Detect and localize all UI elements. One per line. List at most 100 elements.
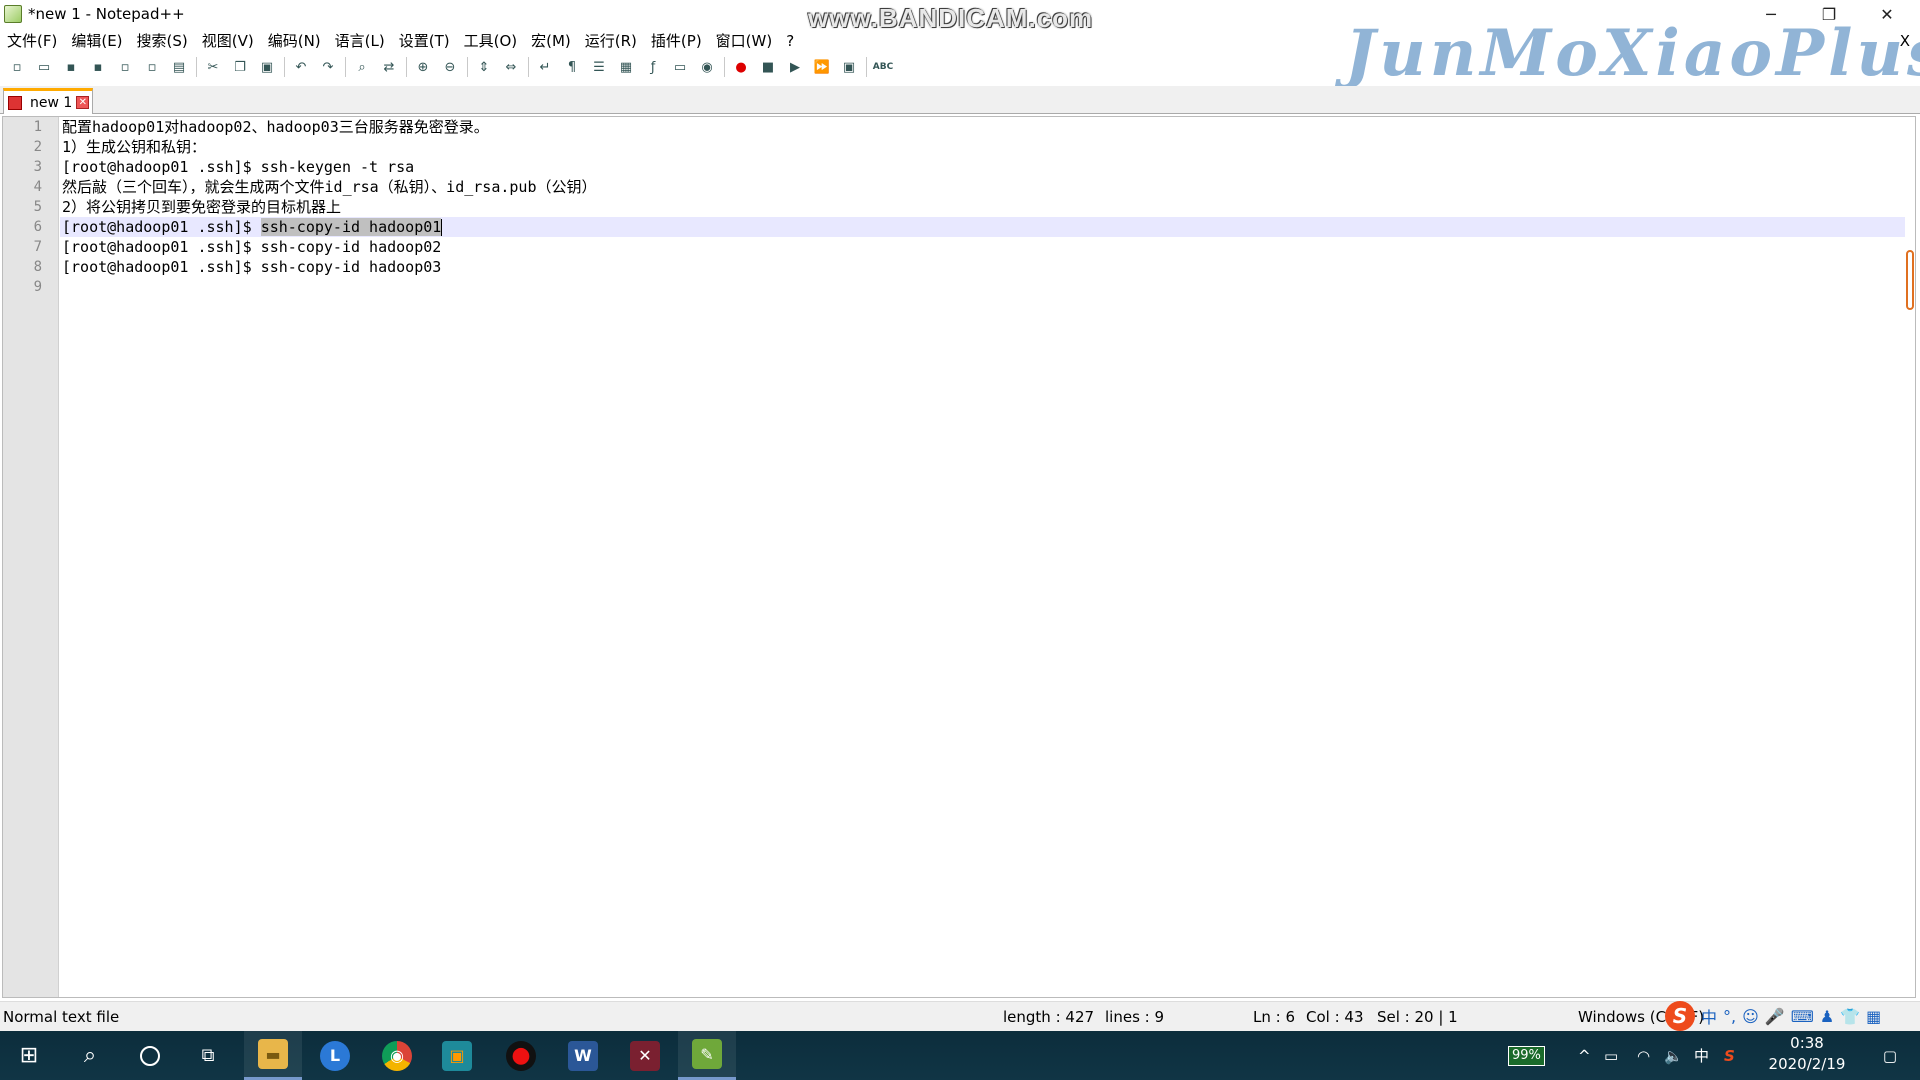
menu-macro[interactable]: 宏(M) <box>524 30 578 52</box>
menu-help[interactable]: ? <box>779 30 801 52</box>
title-bar: *new 1 - Notepad++ www.BANDICAM.com ─ ❐ … <box>0 0 1920 33</box>
taskbar-app-clock[interactable]: L <box>306 1031 364 1080</box>
text-area[interactable]: 配置hadoop01对hadoop02、hadoop03三台服务器免密登录。 1… <box>60 117 1905 297</box>
find-icon[interactable]: ⌕ <box>351 56 373 78</box>
minimize-button[interactable]: ─ <box>1742 0 1800 28</box>
selected-text[interactable]: ssh-copy-id hadoop01 <box>260 218 442 236</box>
battery-indicator[interactable]: 99% <box>1508 1031 1545 1080</box>
cortana-button[interactable] <box>124 1031 176 1080</box>
taskbar-app-notepad-plus-plus[interactable]: ✎ <box>678 1031 736 1080</box>
text-caret <box>441 219 443 236</box>
clock-icon: L <box>320 1040 350 1071</box>
menu-view[interactable]: 视图(V) <box>195 30 261 52</box>
code-line[interactable]: 然后敲（三个回车），就会生成两个文件id_rsa（私钥）、id_rsa.pub（… <box>60 177 1905 197</box>
ime-skin-icon[interactable]: 👕 <box>1840 1007 1860 1026</box>
menu-language[interactable]: 语言(L) <box>328 30 392 52</box>
ime-user-icon[interactable]: ♟ <box>1820 1007 1834 1026</box>
save-macro-icon[interactable]: ▣ <box>838 56 860 78</box>
stop-macro-icon[interactable]: ■ <box>757 56 779 78</box>
spell-check-icon[interactable]: ABC <box>872 56 894 78</box>
run-macro-multiple-icon[interactable]: ⏩ <box>811 56 833 78</box>
system-clock[interactable]: 0:38 2020/2/19 <box>1752 1033 1862 1075</box>
menu-settings[interactable]: 设置(T) <box>392 30 457 52</box>
task-view-icon[interactable]: ⧉ <box>180 1031 236 1080</box>
paste-icon[interactable]: ▣ <box>256 56 278 78</box>
ime-microphone-icon[interactable]: 🎤 <box>1765 1007 1785 1026</box>
sogou-ime-icon[interactable]: S <box>1665 1001 1695 1031</box>
ime-language-toggle[interactable]: 中 <box>1701 1004 1717 1028</box>
function-list-icon[interactable]: ƒ <box>642 56 664 78</box>
save-all-icon[interactable]: ▪ <box>87 56 109 78</box>
notification-center-icon[interactable]: ▢ <box>1866 1031 1914 1080</box>
close-window-button[interactable]: ✕ <box>1858 0 1916 28</box>
record-macro-icon[interactable]: ● <box>730 56 752 78</box>
vertical-scrollbar-thumb[interactable] <box>1906 250 1914 310</box>
code-line[interactable]: 1）生成公钥和私钥： <box>60 137 1905 157</box>
code-line[interactable]: 配置hadoop01对hadoop02、hadoop03三台服务器免密登录。 <box>60 117 1905 137</box>
close-icon[interactable]: ▫ <box>114 56 136 78</box>
menu-tools[interactable]: 工具(O) <box>457 30 525 52</box>
code-line[interactable]: [root@hadoop01 .ssh]$ ssh-keygen -t rsa <box>60 157 1905 177</box>
search-icon[interactable]: ⌕ <box>62 1031 118 1080</box>
doc-map-icon[interactable]: ▦ <box>615 56 637 78</box>
print-icon[interactable]: ▤ <box>168 56 190 78</box>
cut-icon[interactable]: ✂ <box>202 56 224 78</box>
status-lines: lines : 9 <box>1105 1008 1165 1026</box>
code-line[interactable]: [root@hadoop01 .ssh]$ ssh-copy-id hadoop… <box>60 257 1905 277</box>
menu-plugins[interactable]: 插件(P) <box>644 30 709 52</box>
new-file-icon[interactable]: ▫ <box>6 56 28 78</box>
zoom-in-icon[interactable]: ⊕ <box>412 56 434 78</box>
power-icon[interactable]: ▭ <box>1604 1031 1618 1080</box>
wifi-icon[interactable]: ◠ <box>1637 1031 1650 1080</box>
photo-editor-icon: ✕ <box>630 1040 660 1071</box>
close-document-button[interactable]: X <box>1900 30 1910 52</box>
show-all-chars-icon[interactable]: ¶ <box>561 56 583 78</box>
taskbar-app-word[interactable]: W <box>554 1031 612 1080</box>
play-macro-icon[interactable]: ▶ <box>784 56 806 78</box>
zoom-out-icon[interactable]: ⊖ <box>439 56 461 78</box>
replace-icon[interactable]: ⇄ <box>378 56 400 78</box>
restore-button[interactable]: ❐ <box>1800 0 1858 28</box>
taskbar-app-file-explorer[interactable]: ▬ <box>244 1031 302 1080</box>
redo-icon[interactable]: ↷ <box>317 56 339 78</box>
tab-new-1[interactable]: new 1 ✕ <box>3 88 93 114</box>
menu-run[interactable]: 运行(R) <box>578 30 644 52</box>
menu-window[interactable]: 窗口(W) <box>709 30 780 52</box>
save-icon[interactable]: ▪ <box>60 56 82 78</box>
taskbar-app-photo-editor[interactable]: ✕ <box>616 1031 674 1080</box>
start-button[interactable]: ⊞ <box>0 1031 58 1080</box>
copy-icon[interactable]: ❐ <box>229 56 251 78</box>
editor[interactable]: 1 2 3 4 5 6 7 8 9 配置hadoop01对hadoop02、ha… <box>2 116 1916 998</box>
menu-encoding[interactable]: 编码(N) <box>261 30 328 52</box>
ime-tools-icon[interactable]: ▦ <box>1866 1007 1881 1026</box>
sync-h-icon[interactable]: ⇔ <box>500 56 522 78</box>
taskbar-app-chrome[interactable]: ◉ <box>368 1031 426 1080</box>
ime-punctuation-icon[interactable]: °, <box>1723 1007 1736 1026</box>
monitoring-icon[interactable]: ◉ <box>696 56 718 78</box>
undo-icon[interactable]: ↶ <box>290 56 312 78</box>
close-all-icon[interactable]: ▫ <box>141 56 163 78</box>
sogou-tray-icon[interactable]: S <box>1724 1031 1735 1080</box>
word-wrap-icon[interactable]: ↵ <box>534 56 556 78</box>
ime-emoji-icon[interactable]: ☺ <box>1742 1007 1759 1026</box>
folder-workspace-icon[interactable]: ▭ <box>669 56 691 78</box>
toolbar-separator <box>528 57 529 77</box>
code-line[interactable] <box>60 277 1905 297</box>
menu-edit[interactable]: 编辑(E) <box>64 30 129 52</box>
ime-keyboard-icon[interactable]: ⌨ <box>1791 1007 1814 1026</box>
battery-icon: 99% <box>1508 1045 1545 1066</box>
show-hidden-icons-button[interactable]: ^ <box>1578 1031 1591 1080</box>
taskbar-app-recorder[interactable]: ● <box>492 1031 550 1080</box>
code-line[interactable]: 2）将公钥拷贝到要免密登录的目标机器上 <box>60 197 1905 217</box>
menu-search[interactable]: 搜索(S) <box>130 30 195 52</box>
indent-guide-icon[interactable]: ☰ <box>588 56 610 78</box>
volume-icon[interactable]: 🔈 <box>1664 1031 1683 1080</box>
code-line[interactable]: [root@hadoop01 .ssh]$ ssh-copy-id hadoop… <box>60 237 1905 257</box>
menu-file[interactable]: 文件(F) <box>0 30 64 52</box>
taskbar-app-vmware[interactable]: ▣ <box>428 1031 486 1080</box>
current-code-line[interactable]: [root@hadoop01 .ssh]$ ssh-copy-id hadoop… <box>60 217 1905 237</box>
tab-close-icon[interactable]: ✕ <box>76 96 90 109</box>
sync-v-icon[interactable]: ⇕ <box>473 56 495 78</box>
input-language-indicator[interactable]: 中 <box>1694 1031 1709 1080</box>
open-file-icon[interactable]: ▭ <box>33 56 55 78</box>
